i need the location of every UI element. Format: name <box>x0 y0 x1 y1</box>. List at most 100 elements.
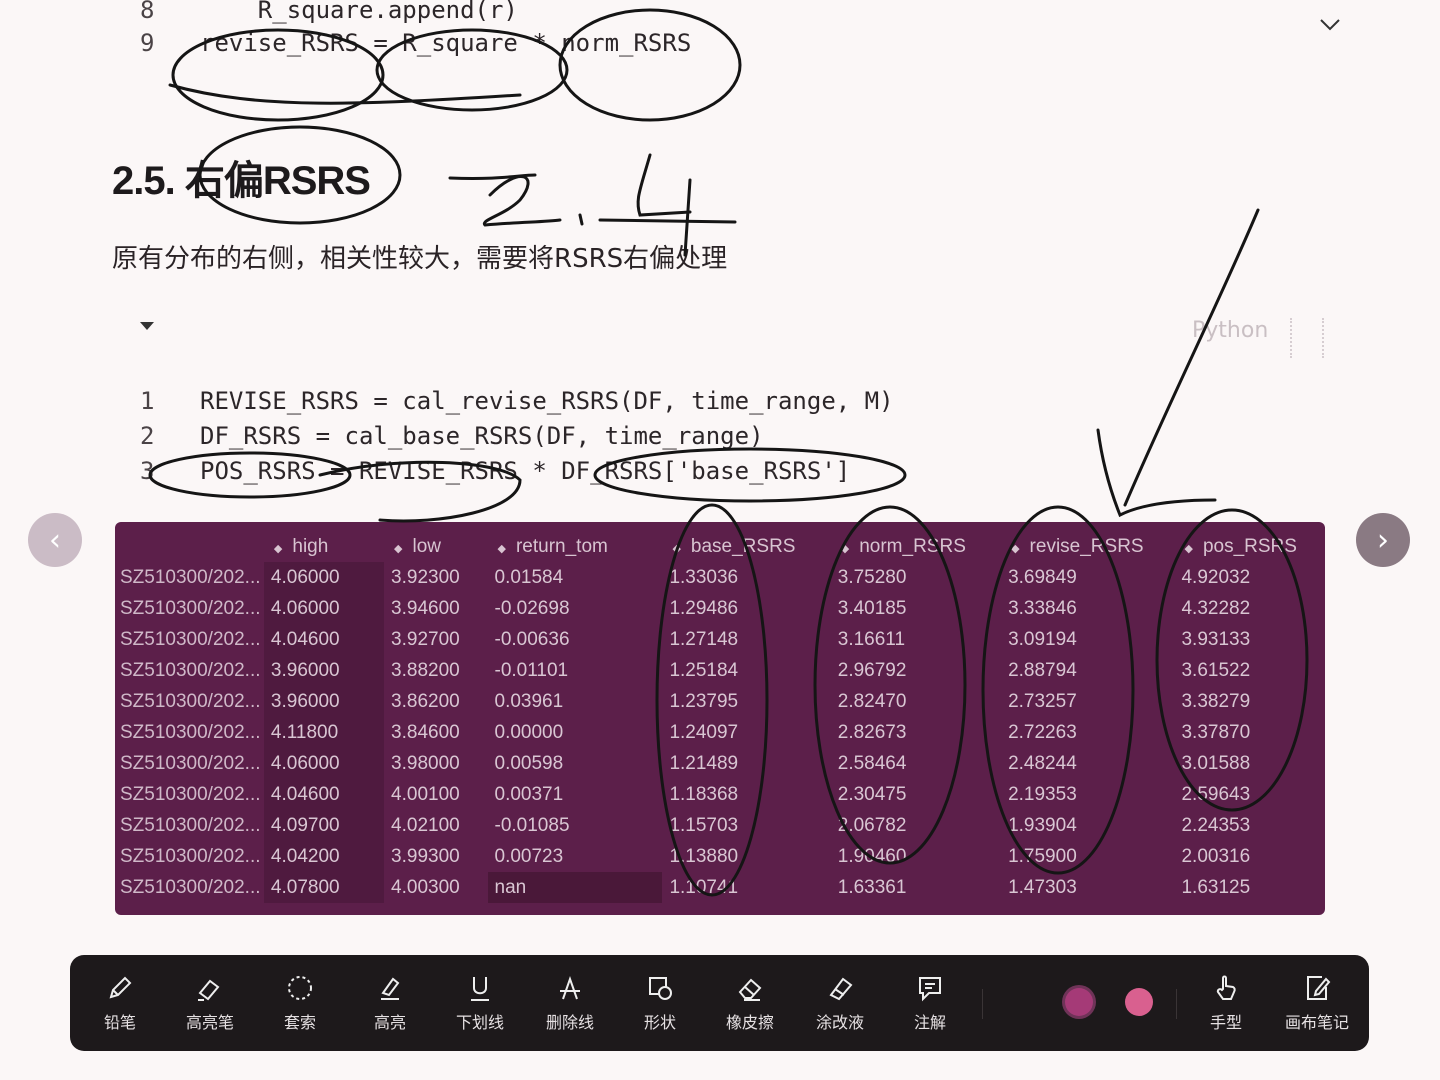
table-cell: nan <box>487 872 663 903</box>
underline-tool-button[interactable]: 下划线 <box>440 973 520 1033</box>
table-cell: 2.24353 <box>1181 814 1251 836</box>
divider <box>982 989 983 1019</box>
row-index-cell: SZ510300/202... <box>120 814 261 836</box>
hand-icon <box>1216 975 1236 1000</box>
table-cell: 2.00316 <box>1181 845 1251 867</box>
table-cell: 0.00723 <box>494 845 564 867</box>
fold-triangle-icon[interactable] <box>140 322 154 330</box>
table-row: SZ510300/202... 4.04600 4.00100 0.00371 1.18… <box>115 779 1325 810</box>
section-heading: 2.5. 右偏RSRS <box>112 159 371 203</box>
table-cell: 2.19353 <box>1008 783 1077 805</box>
data-table: ◆ high ◆ low ◆ return_tom ◆ base_RSRS ◆ norm_… <box>115 532 1325 903</box>
annotation-tool-button[interactable]: 注解 <box>890 973 970 1033</box>
table-cell: 3.99300 <box>391 845 460 867</box>
row-index-cell: SZ510300/202... <box>120 721 261 743</box>
table-cell: 2.96792 <box>837 659 907 681</box>
highlight-tool-button[interactable]: 高亮 <box>350 973 430 1033</box>
table-cell: 4.00100 <box>391 783 460 805</box>
highlight-icon <box>381 977 400 1000</box>
table-cell: -0.02698 <box>494 597 570 619</box>
table-cell: -0.01101 <box>494 659 569 681</box>
table-cell: 1.21489 <box>669 752 739 774</box>
chevron-right-icon: › <box>1377 522 1389 558</box>
row-index-cell: SZ510300/202... <box>120 876 261 898</box>
row-index-cell: SZ510300/202... <box>120 659 261 681</box>
correction-fluid-icon <box>829 977 853 1001</box>
sort-icon[interactable]: ◆ <box>1011 543 1019 555</box>
sort-icon[interactable]: ◆ <box>274 543 282 555</box>
table-cell: 3.84600 <box>391 721 460 743</box>
previous-page-button[interactable]: ‹ <box>28 513 82 567</box>
sort-icon[interactable]: ◆ <box>394 543 402 555</box>
sort-icon[interactable]: ◆ <box>672 543 680 555</box>
table-cell: 4.06000 <box>263 593 385 624</box>
table-cell: 1.90460 <box>837 845 907 867</box>
correction-fluid-tool-button[interactable]: 涂改液 <box>800 973 880 1033</box>
table-cell: 1.27148 <box>669 628 739 650</box>
column-header[interactable]: ◆ pos_RSRS <box>1174 532 1325 562</box>
color-swatch-button[interactable] <box>1125 988 1153 1016</box>
table-cell: 3.92300 <box>391 566 460 588</box>
table-row: SZ510300/202... 4.04600 3.92700 -0.00636 1.2… <box>115 624 1325 655</box>
table-cell: 1.93904 <box>1008 814 1077 836</box>
table-cell: 1.75900 <box>1008 845 1077 867</box>
index-header <box>115 532 264 562</box>
table-cell: 3.38279 <box>1181 690 1251 712</box>
strikethrough-icon <box>560 975 580 1000</box>
next-page-button[interactable]: › <box>1356 513 1410 567</box>
color-swatch-button[interactable] <box>1065 988 1093 1016</box>
row-index-cell: SZ510300/202... <box>120 690 261 712</box>
table-cell: 4.04600 <box>263 624 385 655</box>
table-cell: 4.07800 <box>263 872 385 903</box>
table-cell: 2.88794 <box>1008 659 1077 681</box>
table-row: SZ510300/202... 4.09700 4.02100 -0.01085 1.1… <box>115 810 1325 841</box>
row-index-cell: SZ510300/202... <box>120 752 261 774</box>
table-row: SZ510300/202... 4.11800 3.84600 0.00000 1.24… <box>115 717 1325 748</box>
code-line: 2 DF_RSRS = cal_base_RSRS(DF, time_range) <box>140 422 764 450</box>
eraser-tool-button[interactable]: 橡皮擦 <box>710 973 790 1033</box>
chevron-down-icon[interactable] <box>1318 12 1342 36</box>
sort-icon[interactable]: ◆ <box>841 543 849 555</box>
hand-tool-button[interactable]: 手型 <box>1186 973 1266 1033</box>
column-header[interactable]: ◆ revise_RSRS <box>1001 532 1174 562</box>
lasso-icon <box>288 976 312 1000</box>
table-cell: 3.98000 <box>391 752 460 774</box>
canvas-note-button[interactable]: 画布笔记 <box>1277 973 1357 1033</box>
table-cell: 2.30475 <box>837 783 907 805</box>
column-header[interactable]: ◆ high <box>264 532 384 562</box>
highlighter-pen-tool-button[interactable]: 高亮笔 <box>170 973 250 1033</box>
table-cell: 4.04600 <box>263 779 385 810</box>
dataframe-output: ◆ high ◆ low ◆ return_tom ◆ base_RSRS ◆ norm_… <box>115 522 1325 915</box>
sort-icon[interactable]: ◆ <box>498 543 506 555</box>
table-cell: 3.33846 <box>1008 597 1077 619</box>
section-paragraph: 原有分布的右侧，相关性较大，需要将RSRS右偏处理 <box>112 244 728 274</box>
table-cell: 2.72263 <box>1008 721 1077 743</box>
sort-icon[interactable]: ◆ <box>1184 543 1192 555</box>
table-cell: 2.73257 <box>1008 690 1077 712</box>
table-cell: 4.11800 <box>263 717 385 748</box>
row-index-cell: SZ510300/202... <box>120 566 261 588</box>
column-header[interactable]: ◆ base_RSRS <box>662 532 830 562</box>
column-header[interactable]: ◆ norm_RSRS <box>831 532 1001 562</box>
table-cell: 0.00000 <box>494 721 564 743</box>
table-cell: 2.59643 <box>1181 783 1251 805</box>
table-cell: 0.03961 <box>494 690 564 712</box>
pencil-tool-button[interactable]: 铅笔 <box>80 973 160 1033</box>
table-cell: 4.00300 <box>391 876 460 898</box>
table-cell: 0.01584 <box>494 566 564 588</box>
table-cell: -0.01085 <box>494 814 570 836</box>
annotation-icon <box>919 977 941 1002</box>
table-cell: 1.15703 <box>669 814 739 836</box>
column-header[interactable]: ◆ return_tom <box>488 532 663 562</box>
table-row: SZ510300/202... 4.07800 4.00300 nan 1.10741 1… <box>115 872 1325 903</box>
table-cell: 4.06000 <box>263 562 385 593</box>
column-header[interactable]: ◆ low <box>384 532 487 562</box>
table-cell: 3.16611 <box>837 628 906 650</box>
table-cell: 3.93133 <box>1181 628 1251 650</box>
lasso-tool-button[interactable]: 套索 <box>260 973 340 1033</box>
shape-tool-button[interactable]: 形状 <box>620 973 700 1033</box>
table-row: SZ510300/202... 4.06000 3.92300 0.01584 1.33… <box>115 562 1325 593</box>
strikethrough-tool-button[interactable]: 删除线 <box>530 973 610 1033</box>
table-row: SZ510300/202... 4.06000 3.94600 -0.02698 1.2… <box>115 593 1325 624</box>
table-cell: 3.96000 <box>263 686 385 717</box>
